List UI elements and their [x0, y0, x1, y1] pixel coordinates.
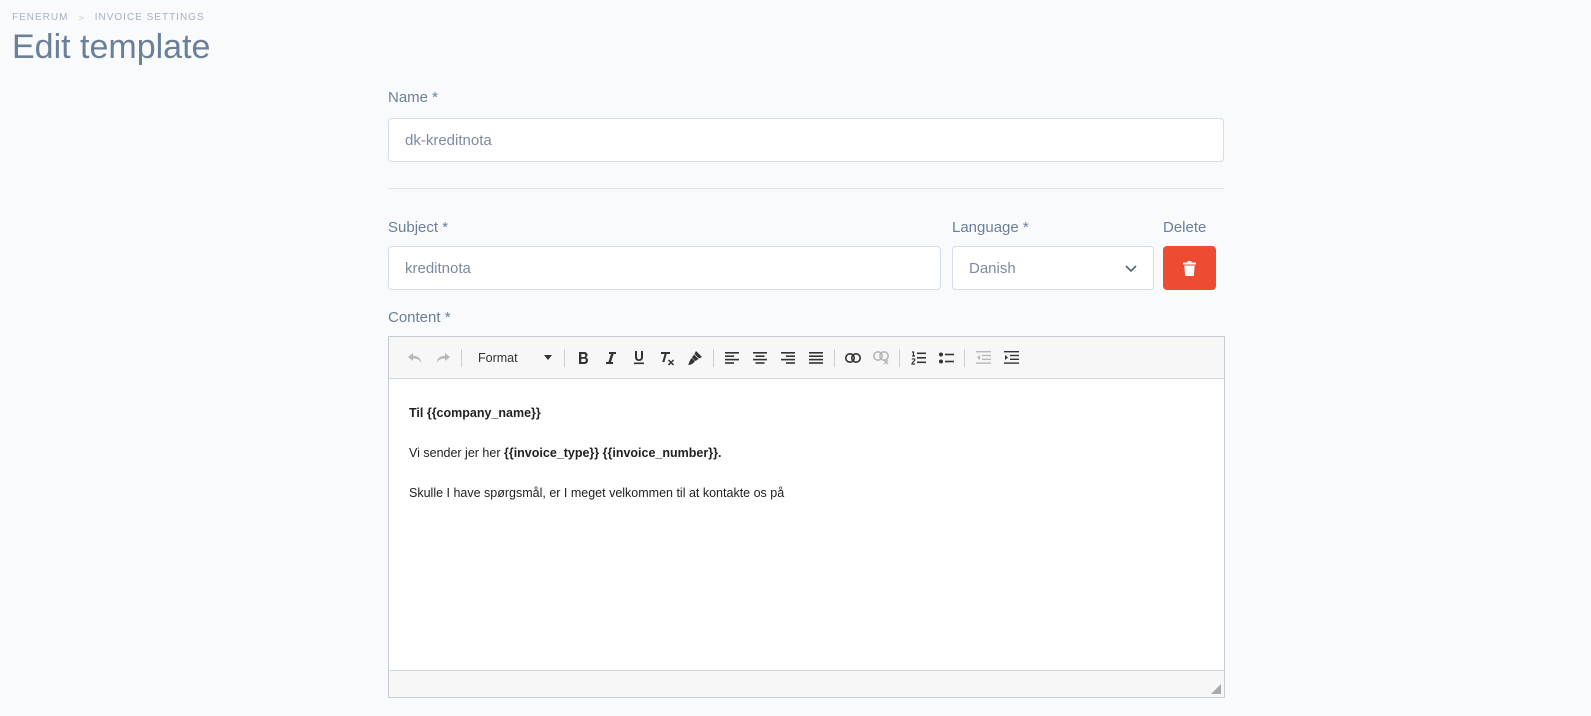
remove-link-button[interactable]: [867, 344, 895, 372]
format-dropdown-label: Format: [478, 350, 518, 365]
toolbar-separator: [899, 348, 900, 367]
toolbar-separator: [834, 348, 835, 367]
delete-label: Delete: [1163, 219, 1207, 236]
caret-down-icon: [544, 355, 552, 360]
toolbar-separator: [713, 348, 714, 367]
resize-handle-icon[interactable]: [1211, 684, 1221, 694]
editor-content[interactable]: Til {{company_name}} Vi sender jer her {…: [389, 379, 1224, 671]
format-painter-button[interactable]: [681, 344, 709, 372]
paintbrush-icon: [688, 350, 702, 365]
clear-formatting-icon: [661, 351, 675, 366]
page-title: Edit template: [12, 28, 211, 66]
redo-button[interactable]: [429, 344, 457, 372]
underline-icon: [634, 351, 644, 365]
outdent-icon: [975, 351, 991, 364]
align-left-button[interactable]: [718, 344, 746, 372]
name-label: Name *: [388, 89, 439, 106]
breadcrumb-root[interactable]: FENERUM: [12, 12, 68, 23]
paragraph-text: Skulle I have spørgsmål, er I meget velk…: [409, 486, 785, 500]
insert-link-button[interactable]: [839, 344, 867, 372]
numbered-list-button[interactable]: [904, 344, 932, 372]
undo-icon: [408, 352, 422, 363]
clear-formatting-button[interactable]: [653, 344, 681, 372]
delete-button[interactable]: [1163, 246, 1216, 290]
paragraph-text: Vi sender jer her: [409, 446, 504, 460]
editor-paragraph: Vi sender jer her {{invoice_type}} {{inv…: [409, 443, 1204, 463]
unlink-icon: [873, 350, 889, 364]
toolbar-separator: [964, 348, 965, 367]
company-name-placeholder: Til {{company_name}}: [409, 406, 541, 420]
content-label: Content *: [388, 309, 451, 326]
editor-statusbar: [389, 670, 1224, 697]
align-right-button[interactable]: [774, 344, 802, 372]
undo-button[interactable]: [401, 344, 429, 372]
justify-button[interactable]: [802, 344, 830, 372]
editor-paragraph: Skulle I have spørgsmål, er I meget velk…: [409, 483, 1204, 503]
editor-toolbar: Format: [389, 337, 1224, 379]
align-center-icon: [753, 351, 767, 364]
subject-label: Subject *: [388, 219, 449, 236]
indent-button[interactable]: [997, 344, 1025, 372]
redo-icon: [436, 352, 450, 363]
outdent-button[interactable]: [969, 344, 997, 372]
breadcrumb-separator: >: [78, 12, 85, 23]
language-label: Language *: [952, 219, 1029, 236]
language-select[interactable]: Danish: [952, 246, 1154, 290]
subject-input[interactable]: kreditnota: [388, 246, 941, 290]
invoice-placeholders: {{invoice_type}} {{invoice_number}}.: [503, 446, 722, 460]
underline-button[interactable]: [625, 344, 653, 372]
breadcrumb-current[interactable]: INVOICE SETTINGS: [95, 12, 205, 23]
align-justify-icon: [809, 351, 823, 364]
bold-icon: [579, 351, 588, 364]
indent-icon: [1003, 351, 1019, 364]
bold-button[interactable]: [569, 344, 597, 372]
format-dropdown[interactable]: Format: [466, 344, 560, 372]
bullet-list-button[interactable]: [932, 344, 960, 372]
name-input[interactable]: dk-kreditnota: [388, 118, 1224, 162]
divider: [388, 188, 1224, 189]
toolbar-separator: [461, 348, 462, 367]
italic-button[interactable]: [597, 344, 625, 372]
align-center-button[interactable]: [746, 344, 774, 372]
italic-icon: [606, 351, 616, 364]
rich-text-editor: Format Til {{company_name}} Vi sender je…: [388, 336, 1225, 698]
link-icon: [845, 352, 861, 363]
align-left-icon: [725, 351, 739, 364]
bullet-list-icon: [938, 352, 954, 363]
language-select-value: Danish: [969, 259, 1016, 277]
breadcrumb: FENERUM > INVOICE SETTINGS: [12, 12, 205, 23]
toolbar-separator: [564, 348, 565, 367]
trash-icon: [1183, 260, 1196, 276]
align-right-icon: [781, 351, 795, 364]
numbered-list-icon: [910, 350, 926, 365]
editor-paragraph: Til {{company_name}}: [409, 403, 1204, 423]
chevron-down-icon: [1125, 265, 1137, 273]
